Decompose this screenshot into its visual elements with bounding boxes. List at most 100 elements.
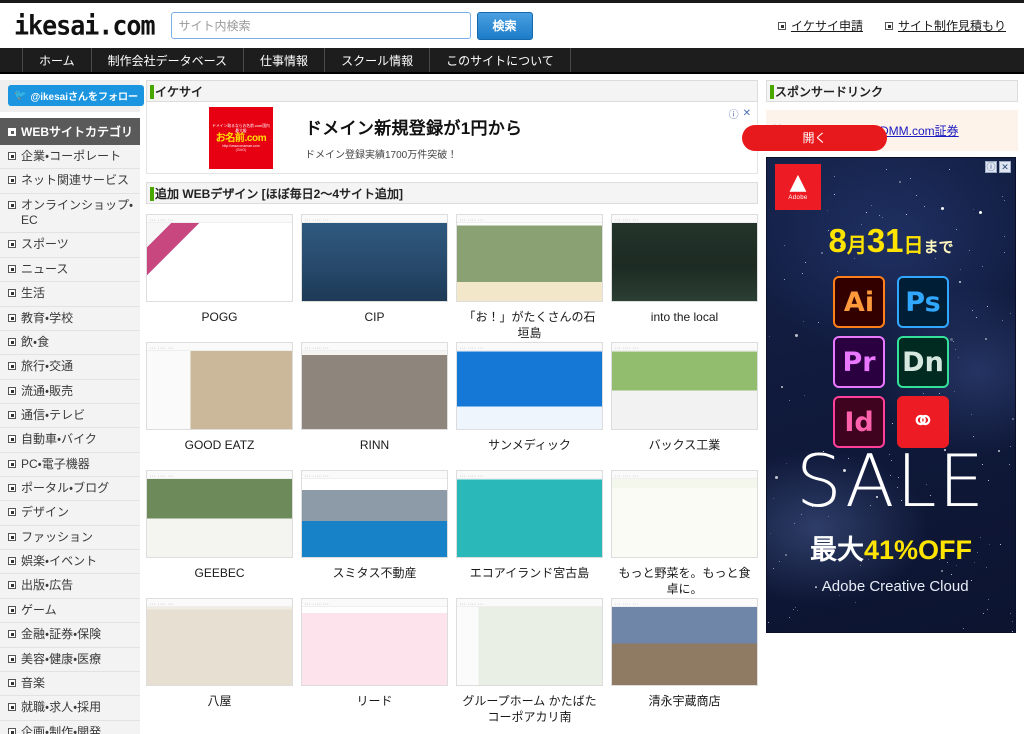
sidebar-category-item[interactable]: 生活 (0, 282, 140, 306)
design-thumbnail[interactable]: ▪▪▪ ▪▪▪▪ ▪▪▪ (146, 342, 293, 430)
sidebar-category-item[interactable]: スポーツ (0, 233, 140, 257)
design-card-caption[interactable]: 八屋 (146, 686, 293, 726)
design-thumbnail[interactable]: ▪▪▪ ▪▪▪▪ ▪▪▪ (456, 470, 603, 558)
sidebar-category-item[interactable]: 飲・食 (0, 331, 140, 355)
banner-ad[interactable]: ドメイン取るならお名前.com国内最大級 お名前.com http://www.… (146, 102, 758, 174)
design-card[interactable]: ▪▪▪ ▪▪▪▪ ▪▪▪into the local (611, 214, 758, 342)
design-card[interactable]: ▪▪▪ ▪▪▪▪ ▪▪▪清永宇蔵商店 (611, 598, 758, 726)
nav-item-schools[interactable]: スクール情報 (325, 48, 430, 72)
sidebar-category-item[interactable]: 就職・求人・採用 (0, 696, 140, 720)
sidebar-category-item[interactable]: 企業・コーポレート (0, 145, 140, 169)
info-icon[interactable]: ⓘ (985, 161, 997, 173)
sidebar-category-item[interactable]: 旅行・交通 (0, 355, 140, 379)
design-card-caption[interactable]: エコアイランド宮古島 (456, 558, 603, 598)
sidebar-category-item[interactable]: 音楽 (0, 672, 140, 696)
sidebar-category-item[interactable]: 出版・広告 (0, 574, 140, 598)
square-bullet-icon (778, 22, 786, 30)
nav-item-jobs[interactable]: 仕事情報 (244, 48, 325, 72)
sidebar-category-item[interactable]: 娯楽・イベント (0, 550, 140, 574)
design-card-caption[interactable]: 「お！」がたくさんの石垣島 (456, 302, 603, 342)
design-thumbnail[interactable]: ▪▪▪ ▪▪▪▪ ▪▪▪ (456, 342, 603, 430)
design-card[interactable]: ▪▪▪ ▪▪▪▪ ▪▪▪バックス工業 (611, 342, 758, 470)
design-card[interactable]: ▪▪▪ ▪▪▪▪ ▪▪▪GEEBEC (146, 470, 293, 598)
square-bullet-icon (8, 703, 16, 711)
design-card-caption[interactable]: サンメディック (456, 430, 603, 470)
design-thumbnail[interactable]: ▪▪▪ ▪▪▪▪ ▪▪▪ (456, 598, 603, 686)
sidebar-category-item[interactable]: 通信・テレビ (0, 404, 140, 428)
design-card-caption[interactable]: グループホーム かたばたコーポアカリ南 (456, 686, 603, 726)
design-card-caption[interactable]: CIP (301, 302, 448, 342)
banner-ad-cta-button[interactable]: 開く (742, 125, 887, 151)
design-card[interactable]: ▪▪▪ ▪▪▪▪ ▪▪▪RINN (301, 342, 448, 470)
adobe-banner-ad[interactable]: ▲ Adobe ⓘ ✕ 8月31日まで Ai Ps Pr (766, 157, 1016, 633)
design-card-caption[interactable]: into the local (611, 302, 758, 342)
design-card[interactable]: ▪▪▪ ▪▪▪▪ ▪▪▪GOOD EATZ (146, 342, 293, 470)
close-icon[interactable]: ✕ (743, 108, 751, 119)
sidebar-category-item[interactable]: ゲーム (0, 599, 140, 623)
design-thumbnail[interactable]: ▪▪▪ ▪▪▪▪ ▪▪▪ (456, 214, 603, 302)
twitter-follow-button[interactable]: 🐦 @ikesaiさんをフォロー (8, 85, 144, 106)
sidebar-category-item[interactable]: デザイン (0, 501, 140, 525)
sidebar-category-item[interactable]: 企画・制作・開発 (0, 721, 140, 734)
header-link-quote-label[interactable]: サイト制作見積もり (898, 17, 1006, 34)
sidebar-category-item[interactable]: ファッション (0, 526, 140, 550)
design-card-caption[interactable]: もっと野菜を。もっと食卓に。 (611, 558, 758, 598)
design-thumbnail[interactable]: ▪▪▪ ▪▪▪▪ ▪▪▪ (611, 214, 758, 302)
site-logo[interactable]: ikesai.com (14, 12, 155, 39)
sidebar-category-item[interactable]: 教育・学校 (0, 307, 140, 331)
design-card-caption[interactable]: GOOD EATZ (146, 430, 293, 470)
design-card-caption[interactable]: リード (301, 686, 448, 726)
sidebar-category-item[interactable]: 金融・証券・保険 (0, 623, 140, 647)
design-card-caption[interactable]: 清永宇蔵商店 (611, 686, 758, 726)
design-card-caption[interactable]: POGG (146, 302, 293, 342)
design-thumbnail[interactable]: ▪▪▪ ▪▪▪▪ ▪▪▪ (301, 598, 448, 686)
adobe-app-row-1: Ai Ps (833, 276, 949, 328)
nav-item-home[interactable]: ホーム (22, 48, 92, 72)
design-card[interactable]: ▪▪▪ ▪▪▪▪ ▪▪▪CIP (301, 214, 448, 342)
design-thumbnail[interactable]: ▪▪▪ ▪▪▪▪ ▪▪▪ (301, 214, 448, 302)
header-link-apply[interactable]: イケサイ申請 (778, 17, 863, 34)
sidebar-category-item[interactable]: 美容・健康・医療 (0, 648, 140, 672)
sidebar-category-item[interactable]: オンラインショップ・EC (0, 194, 140, 234)
design-card-caption[interactable]: スミタス不動産 (301, 558, 448, 598)
design-card[interactable]: ▪▪▪ ▪▪▪▪ ▪▪▪グループホーム かたばたコーポアカリ南 (456, 598, 603, 726)
header-link-quote[interactable]: サイト制作見積もり (885, 17, 1006, 34)
design-card[interactable]: ▪▪▪ ▪▪▪▪ ▪▪▪サンメディック (456, 342, 603, 470)
sidebar-category-label: スポーツ (21, 237, 69, 252)
design-card-caption[interactable]: RINN (301, 430, 448, 470)
design-card[interactable]: ▪▪▪ ▪▪▪▪ ▪▪▪「お！」がたくさんの石垣島 (456, 214, 603, 342)
sidebar-category-item[interactable]: 自動車・バイク (0, 428, 140, 452)
design-thumbnail[interactable]: ▪▪▪ ▪▪▪▪ ▪▪▪ (146, 598, 293, 686)
design-card[interactable]: ▪▪▪ ▪▪▪▪ ▪▪▪POGG (146, 214, 293, 342)
square-bullet-icon (8, 265, 16, 273)
design-card[interactable]: ▪▪▪ ▪▪▪▪ ▪▪▪リード (301, 598, 448, 726)
design-card-caption[interactable]: GEEBEC (146, 558, 293, 598)
design-card[interactable]: ▪▪▪ ▪▪▪▪ ▪▪▪スミタス不動産 (301, 470, 448, 598)
design-thumbnail[interactable]: ▪▪▪ ▪▪▪▪ ▪▪▪ (611, 470, 758, 558)
design-card[interactable]: ▪▪▪ ▪▪▪▪ ▪▪▪八屋 (146, 598, 293, 726)
sidebar-category-item[interactable]: ニュース (0, 258, 140, 282)
design-thumbnail[interactable]: ▪▪▪ ▪▪▪▪ ▪▪▪ (611, 598, 758, 686)
header-link-apply-label[interactable]: イケサイ申請 (791, 17, 863, 34)
sidebar-category-item[interactable]: ネット関連サービス (0, 169, 140, 193)
design-thumbnail[interactable]: ▪▪▪ ▪▪▪▪ ▪▪▪ (146, 214, 293, 302)
design-thumbnail[interactable]: ▪▪▪ ▪▪▪▪ ▪▪▪ (301, 470, 448, 558)
design-card[interactable]: ▪▪▪ ▪▪▪▪ ▪▪▪もっと野菜を。もっと食卓に。 (611, 470, 758, 598)
sidebar-category-label: 自動車・バイク (21, 432, 97, 447)
sidebar-category-item[interactable]: 流通・販売 (0, 380, 140, 404)
nav-item-production-db[interactable]: 制作会社データベース (92, 48, 244, 72)
design-thumbnail[interactable]: ▪▪▪ ▪▪▪▪ ▪▪▪ (611, 342, 758, 430)
design-card-caption[interactable]: バックス工業 (611, 430, 758, 470)
adobe-product-label: · Adobe Creative Cloud (767, 578, 1015, 595)
design-card[interactable]: ▪▪▪ ▪▪▪▪ ▪▪▪エコアイランド宮古島 (456, 470, 603, 598)
sidebar-category-item[interactable]: PC・電子機器 (0, 453, 140, 477)
dimension-icon: Dn (897, 336, 949, 388)
sidebar-category-item[interactable]: ポータル・ブログ (0, 477, 140, 501)
design-thumbnail[interactable]: ▪▪▪ ▪▪▪▪ ▪▪▪ (146, 470, 293, 558)
info-icon[interactable]: ⓘ (729, 106, 739, 121)
close-icon[interactable]: ✕ (999, 161, 1011, 173)
search-input[interactable] (171, 12, 471, 39)
nav-item-about[interactable]: このサイトについて (430, 48, 571, 72)
design-thumbnail[interactable]: ▪▪▪ ▪▪▪▪ ▪▪▪ (301, 342, 448, 430)
search-button[interactable]: 検索 (477, 12, 533, 40)
